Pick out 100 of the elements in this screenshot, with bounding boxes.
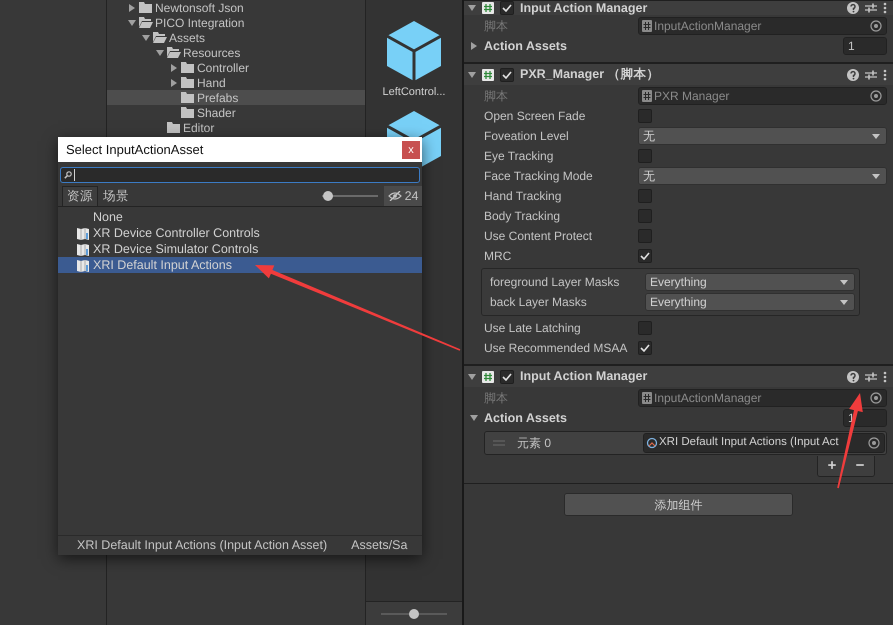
checkmark-icon: [640, 252, 650, 260]
checkbox[interactable]: [500, 1, 514, 15]
collapsed-arrow-icon[interactable]: [470, 42, 478, 50]
field-label: Face Tracking Mode: [484, 168, 594, 185]
list-item[interactable]: XR Device Simulator Controls: [58, 241, 422, 257]
more-options-icon[interactable]: [883, 2, 887, 14]
expanded-arrow-icon[interactable]: [468, 372, 476, 380]
help-icon[interactable]: [847, 2, 859, 14]
map-icon: [76, 242, 91, 256]
folder-icon: [181, 62, 195, 73]
add-component-button[interactable]: 添加组件: [564, 493, 793, 516]
component-header[interactable]: PXR_Manager （脚本）: [464, 63, 893, 85]
field-label: 脚本: [484, 390, 509, 407]
script-icon: [482, 370, 494, 382]
tab[interactable]: 资源: [62, 186, 98, 206]
tree-item[interactable]: Newtonsoft Json: [107, 0, 365, 15]
search-field[interactable]: [60, 167, 420, 183]
folder-icon: [181, 92, 195, 103]
eye-slash-icon: [388, 191, 402, 201]
checkbox[interactable]: [638, 109, 652, 123]
drag-handle-icon[interactable]: [493, 440, 505, 446]
checkmark-icon: [502, 70, 512, 78]
close-button[interactable]: x: [402, 140, 420, 158]
section-label[interactable]: Action Assets: [484, 36, 567, 56]
checkmark-icon: [502, 372, 512, 380]
script-icon: [642, 20, 652, 32]
field-label: MRC: [484, 248, 512, 265]
slider-thumb[interactable]: [322, 191, 333, 201]
add-button[interactable]: +: [818, 456, 846, 476]
dropdown[interactable]: Everything: [645, 273, 855, 291]
expanded-arrow-icon[interactable]: [468, 70, 476, 78]
presets-icon[interactable]: [865, 68, 877, 80]
input-action-icon: [646, 437, 658, 449]
tree-item[interactable]: Hand: [107, 75, 365, 90]
tree-item[interactable]: Assets: [107, 30, 365, 45]
checkbox[interactable]: [638, 229, 652, 243]
expanded-arrow-icon[interactable]: [470, 414, 478, 422]
count-field[interactable]: 1: [843, 37, 887, 55]
more-options-icon[interactable]: [883, 68, 887, 80]
checkbox[interactable]: [638, 149, 652, 163]
section-label[interactable]: Action Assets: [484, 408, 567, 428]
asset-path: Assets/Sa: [351, 537, 408, 554]
field-label: Use Content Protect: [484, 228, 594, 245]
tree-item[interactable]: Prefabs: [107, 90, 365, 105]
tab[interactable]: 场景: [98, 186, 134, 206]
script-field: InputActionManager: [638, 17, 887, 35]
field-label: Hand Tracking: [484, 188, 562, 205]
component-header[interactable]: Input Action Manager: [464, 0, 893, 15]
checkbox[interactable]: [638, 249, 652, 263]
open-folder-icon: [139, 17, 153, 28]
caret-icon: [840, 280, 848, 284]
object-field[interactable]: XRI Default Input Actions (Input Act: [643, 433, 885, 453]
field-label: foreground Layer Masks: [490, 274, 620, 291]
folder-icon: [139, 2, 153, 13]
slider-thumb[interactable]: [409, 608, 419, 618]
dropdown[interactable]: 无: [638, 127, 887, 145]
map-icon: [76, 258, 91, 272]
checkbox[interactable]: [638, 209, 652, 223]
help-icon[interactable]: [847, 370, 859, 382]
target-icon[interactable]: [868, 437, 880, 449]
script-field: InputActionManager: [638, 389, 887, 407]
checkbox[interactable]: [638, 321, 652, 335]
dropdown[interactable]: Everything: [645, 293, 855, 311]
open-folder-icon: [167, 47, 181, 58]
script-icon: [482, 68, 494, 80]
list-item[interactable]: None: [58, 209, 422, 225]
checkmark-icon: [640, 344, 650, 352]
tree-item[interactable]: Controller: [107, 60, 365, 75]
field-label: Open Screen Fade: [484, 108, 586, 125]
presets-icon[interactable]: [865, 2, 877, 14]
help-icon[interactable]: [847, 68, 859, 80]
caret-icon: [872, 134, 880, 138]
component-header[interactable]: Input Action Manager: [464, 365, 893, 387]
component-title: Input Action Manager: [520, 368, 648, 386]
presets-icon[interactable]: [865, 370, 877, 382]
checkbox[interactable]: [500, 68, 514, 82]
remove-button[interactable]: −: [846, 456, 874, 476]
caret-icon: [840, 300, 848, 304]
checkbox[interactable]: [500, 370, 514, 384]
list-item[interactable]: XR Device Controller Controls: [58, 225, 422, 241]
open-folder-icon: [153, 32, 167, 43]
cube-icon[interactable]: [387, 21, 441, 81]
field-label: Eye Tracking: [484, 148, 554, 165]
dropdown[interactable]: 无: [638, 167, 887, 185]
tree-item[interactable]: Shader: [107, 105, 365, 120]
tree-item[interactable]: Resources: [107, 45, 365, 60]
hidden-count-button[interactable]: 24: [384, 186, 422, 206]
script-icon: [642, 90, 652, 102]
list-item[interactable]: XRI Default Input Actions: [58, 257, 422, 273]
tree-item[interactable]: Editor: [107, 120, 365, 135]
expanded-arrow-icon[interactable]: [468, 4, 476, 12]
field-label: Foveation Level: [484, 128, 570, 145]
checkmark-icon: [502, 4, 512, 12]
search-icon: [64, 171, 72, 179]
tree-item[interactable]: PICO Integration: [107, 15, 365, 30]
asset-label[interactable]: LeftControl...: [382, 84, 446, 100]
more-options-icon[interactable]: [883, 370, 887, 382]
collapsed-arrow-icon[interactable]: [128, 4, 136, 12]
checkbox[interactable]: [638, 189, 652, 203]
checkbox[interactable]: [638, 341, 652, 355]
